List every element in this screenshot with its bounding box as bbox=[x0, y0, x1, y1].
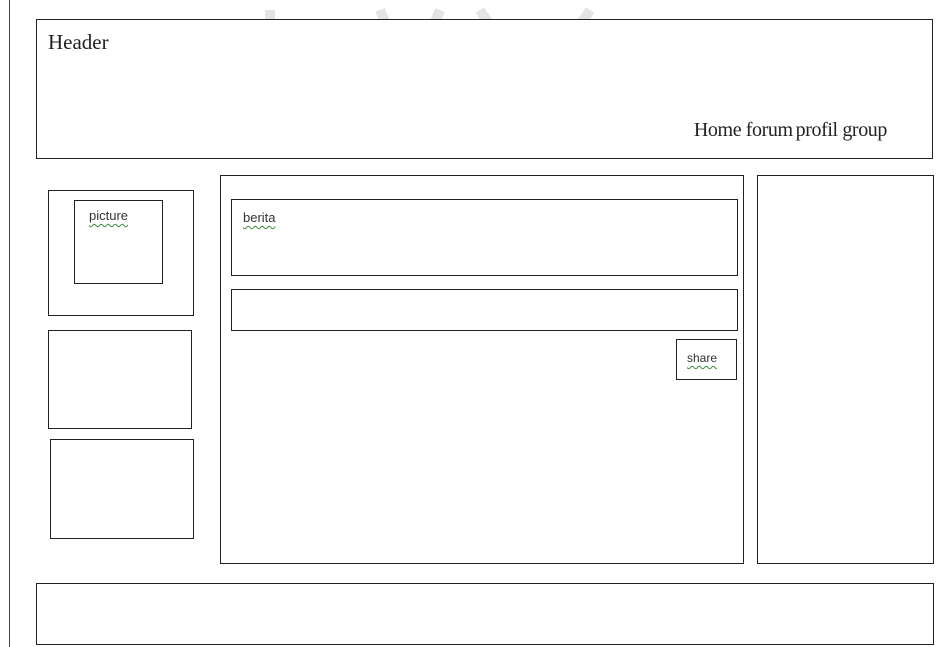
nav-home[interactable]: Home bbox=[694, 119, 742, 141]
nav-profil[interactable]: profil bbox=[796, 119, 838, 141]
news-box: berita bbox=[231, 199, 738, 276]
main-nav: Home forum profil group bbox=[694, 119, 888, 142]
nav-group[interactable]: group bbox=[842, 119, 887, 141]
share-label: share bbox=[687, 351, 718, 365]
right-sidebar bbox=[757, 175, 934, 564]
share-button[interactable]: share bbox=[676, 339, 737, 380]
picture-label: picture bbox=[89, 208, 129, 223]
header-box: Header Home forum profil group bbox=[36, 19, 933, 159]
sidebar-widget-2 bbox=[50, 439, 194, 539]
nav-forum[interactable]: forum bbox=[746, 119, 793, 141]
profile-picture[interactable]: picture bbox=[74, 200, 163, 284]
news-label: berita bbox=[243, 210, 276, 225]
header-title: Header bbox=[48, 30, 109, 54]
profile-picture-panel: picture bbox=[48, 190, 194, 316]
main-content: berita share bbox=[220, 175, 744, 564]
sidebar-widget-1 bbox=[48, 330, 192, 429]
post-input[interactable] bbox=[231, 289, 738, 331]
footer bbox=[36, 583, 934, 645]
